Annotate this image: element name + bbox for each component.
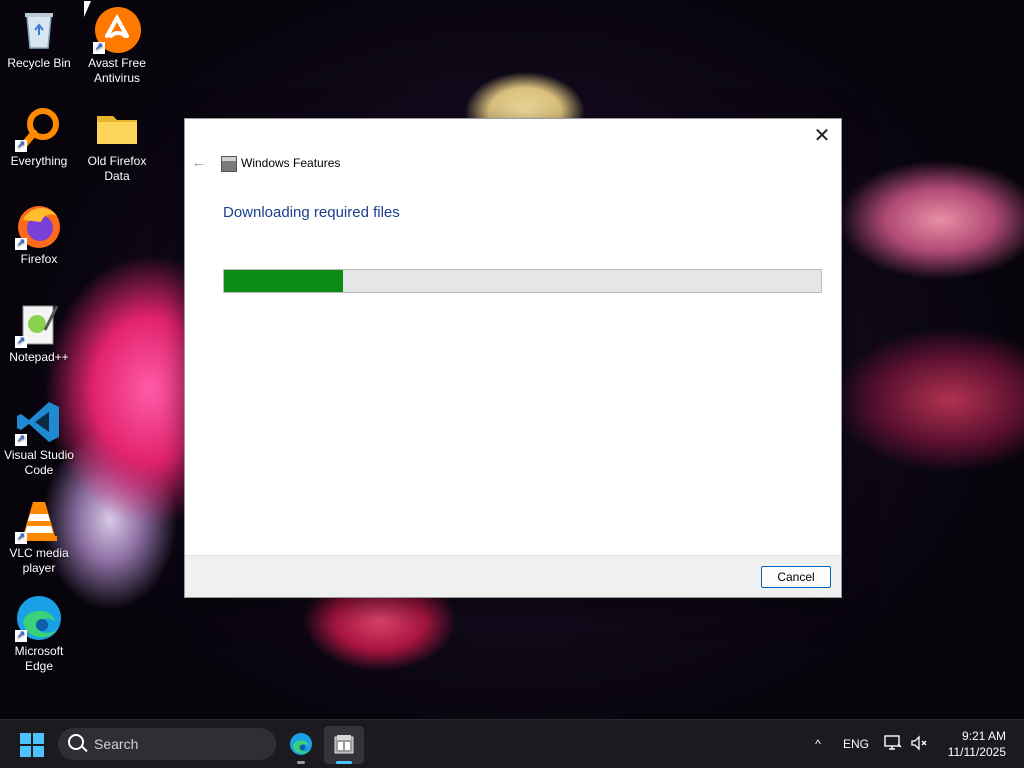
clock-time: 9:21 AM <box>961 729 1006 743</box>
notepadplusplus-icon: ↗ <box>15 300 63 348</box>
edge-icon <box>290 733 312 755</box>
running-indicator <box>297 761 305 764</box>
windows-features-dialog: ✕ ← Windows Features Downloading require… <box>184 118 842 598</box>
cancel-button[interactable]: Cancel <box>761 566 831 588</box>
shortcut-arrow-icon: ↗ <box>15 238 27 250</box>
shortcut-arrow-icon: ↗ <box>15 140 27 152</box>
firefox-icon: ↗ <box>15 202 63 250</box>
vscode-icon: ↗ <box>15 398 63 446</box>
taskbar-windows-features-button[interactable] <box>324 726 364 764</box>
network-icon[interactable] <box>884 735 902 751</box>
recycle-bin-icon <box>15 6 63 54</box>
dialog-title: Windows Features <box>241 156 341 170</box>
desktop-icon-vscode[interactable]: ↗ Visual Studio Code <box>0 398 78 478</box>
taskbar-edge-button[interactable] <box>281 726 321 764</box>
close-button[interactable]: ✕ <box>809 123 835 149</box>
desktop-icon-label: VLC media player <box>9 546 69 575</box>
desktop-icon-notepadplusplus[interactable]: ↗ Notepad++ <box>0 300 78 365</box>
desktop-icon-label: Firefox <box>20 252 58 266</box>
volume-muted-icon[interactable] <box>910 735 928 751</box>
desktop-icon-label: Visual Studio Code <box>4 448 74 477</box>
taskbar-search-box[interactable]: Search <box>58 728 276 760</box>
desktop-icon-everything[interactable]: ↗ Everything <box>0 104 78 169</box>
desktop-icon-label: Everything <box>10 154 68 168</box>
shortcut-arrow-icon: ↗ <box>15 630 27 642</box>
search-icon <box>68 734 84 750</box>
shortcut-arrow-icon: ↗ <box>15 336 27 348</box>
desktop-icon-recycle-bin[interactable]: Recycle Bin <box>0 6 78 71</box>
dialog-footer: Cancel <box>185 555 841 597</box>
windows-features-icon <box>334 735 354 754</box>
desktop-icon-label: Recycle Bin <box>7 56 71 70</box>
show-hidden-icons-chevron[interactable]: ^ <box>810 720 826 768</box>
everything-search-icon: ↗ <box>15 104 63 152</box>
taskbar: Search ^ ENG 9:21 AM 11/11/2025 <box>0 719 1024 768</box>
vlc-icon: ↗ <box>15 496 63 544</box>
desktop-icon-firefox[interactable]: ↗ Firefox <box>0 202 78 267</box>
desktop-icon-edge[interactable]: ↗ Microsoft Edge <box>0 594 78 674</box>
mouse-cursor-icon <box>84 1 96 17</box>
active-indicator <box>336 761 352 764</box>
shortcut-arrow-icon: ↗ <box>15 532 27 544</box>
download-progress-bar <box>223 269 822 293</box>
back-arrow-icon[interactable]: ← <box>191 155 207 171</box>
shortcut-arrow-icon: ↗ <box>93 42 105 54</box>
desktop-icon-label: Old Firefox Data <box>87 154 147 183</box>
desktop-icon-vlc[interactable]: ↗ VLC media player <box>0 496 78 576</box>
desktop-icon-avast[interactable]: ↗ Avast Free Antivirus <box>78 6 156 86</box>
shortcut-arrow-icon: ↗ <box>15 434 27 446</box>
search-placeholder: Search <box>94 736 139 752</box>
edge-icon: ↗ <box>15 594 63 642</box>
system-clock[interactable]: 9:21 AM 11/11/2025 <box>948 728 1006 760</box>
clock-date: 11/11/2025 <box>947 745 1006 759</box>
start-windows-icon[interactable] <box>20 733 44 757</box>
folder-icon <box>93 104 141 152</box>
progress-fill <box>224 270 344 292</box>
language-indicator[interactable]: ENG <box>843 720 869 768</box>
avast-icon: ↗ <box>93 6 141 54</box>
desktop-icon-label: Notepad++ <box>9 350 69 364</box>
desktop-icon-old-firefox-data[interactable]: Old Firefox Data <box>78 104 156 184</box>
windows-features-icon <box>221 156 237 172</box>
status-heading: Downloading required files <box>223 204 400 221</box>
desktop-icon-label: Avast Free Antivirus <box>88 56 146 85</box>
desktop-icon-label: Microsoft Edge <box>14 644 64 673</box>
